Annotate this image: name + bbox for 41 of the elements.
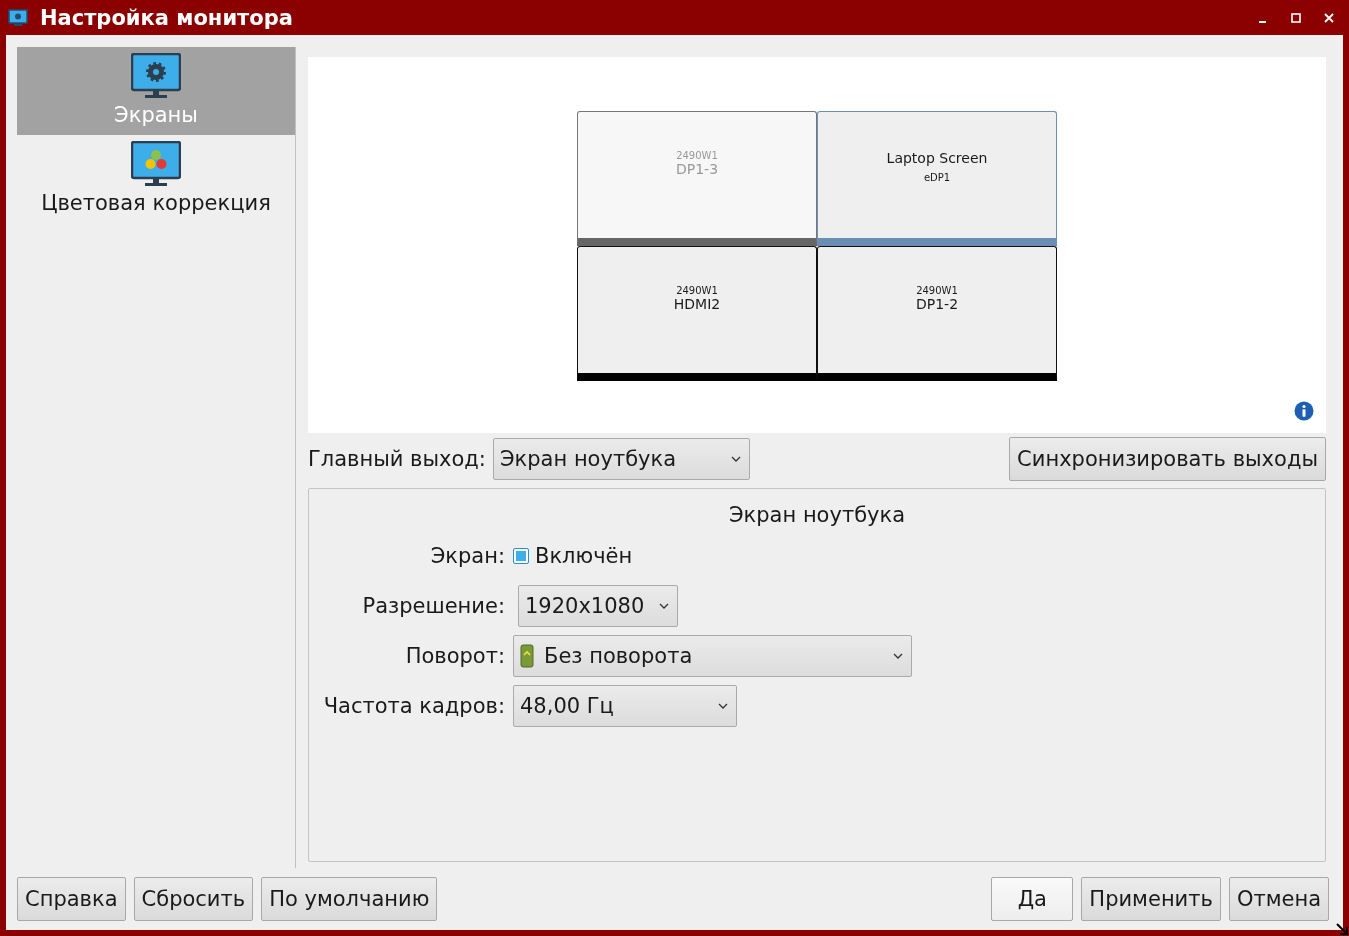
- dropdown[interactable]: 1920x1080: [518, 585, 678, 627]
- primary-output-label: Главный выход:: [308, 447, 486, 471]
- monitor-model: Laptop Screen: [886, 150, 988, 166]
- caret-icon: [659, 603, 669, 609]
- sidebar-item[interactable]: Цветовая коррекция: [17, 135, 295, 223]
- monitor-output: HDMI2: [673, 296, 721, 312]
- monitor-model: 2490W1: [676, 150, 718, 161]
- panel-title: Экран ноутбука: [727, 503, 907, 527]
- field-label: Частота кадров:: [322, 694, 506, 718]
- app-icon: [8, 8, 28, 27]
- monitor-output: DP1-2: [915, 296, 959, 312]
- caret-icon: [718, 703, 728, 709]
- monitor-model: 2490W1: [916, 285, 958, 296]
- dropdown[interactable]: Без поворота: [513, 635, 912, 677]
- enabled-checkbox[interactable]: Включён: [513, 544, 633, 568]
- resize-grip-icon[interactable]: [1335, 922, 1349, 936]
- caret-icon: [893, 653, 903, 659]
- footer-button[interactable]: По умолчанию: [261, 877, 438, 921]
- monitor-output: DP1-3: [675, 161, 719, 177]
- footer-button[interactable]: Справка: [17, 877, 126, 921]
- monitor-tile[interactable]: 2490W1 DP1-2: [817, 246, 1057, 381]
- caret-icon: [730, 456, 741, 462]
- phone-icon: [520, 644, 534, 668]
- field-label: Разрешение:: [361, 594, 506, 618]
- window-title: Настройка монитора: [40, 5, 294, 30]
- dropdown[interactable]: 48,00 Гц: [513, 685, 737, 727]
- monitor-output: eDP1: [923, 172, 951, 183]
- monitor-tile[interactable]: Laptop Screen eDP1: [817, 111, 1057, 246]
- field-label: Экран:: [429, 544, 506, 568]
- field-label: Поворот:: [404, 644, 506, 668]
- footer-button[interactable]: Применить: [1081, 877, 1221, 921]
- sync-outputs-button[interactable]: Синхронизировать выходы: [1009, 437, 1326, 481]
- monitor-model: 2490W1: [676, 285, 718, 296]
- primary-output-dropdown[interactable]: Экран ноутбука: [492, 438, 750, 480]
- monitor-tile[interactable]: 2490W1 HDMI2: [577, 246, 817, 381]
- footer-button[interactable]: Да: [991, 877, 1074, 921]
- footer-button[interactable]: Сбросить: [133, 877, 254, 921]
- info-icon[interactable]: [1294, 401, 1314, 421]
- monitor-icon: [131, 141, 181, 187]
- monitor-icon: [131, 53, 181, 99]
- footer-button[interactable]: Отмена: [1228, 877, 1329, 921]
